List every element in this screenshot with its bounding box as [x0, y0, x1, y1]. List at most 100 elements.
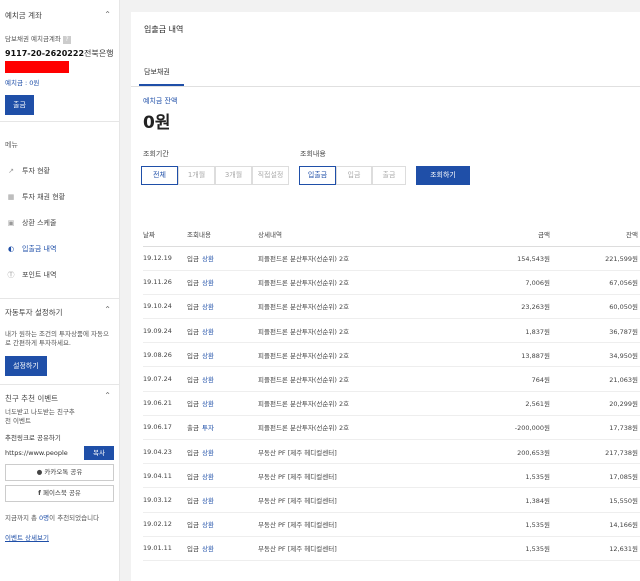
search-button[interactable]: 조회하기: [416, 166, 470, 185]
sidebar-item-label: 투자 현황: [22, 167, 50, 175]
table-row: 19.03.12 입금 상환 부동산 PF [제주 헤디컬센터] 1,384원 15,55…: [143, 487, 640, 513]
cell-balance: 60,050원: [552, 294, 640, 320]
transaction-kind: 입금: [187, 448, 199, 457]
type-option-all[interactable]: 입출금: [299, 166, 336, 185]
chevron-up-icon[interactable]: ⌃: [104, 305, 111, 314]
transaction-kind: 입금: [187, 472, 199, 481]
deposit-balance-link[interactable]: 예치금 : 0원: [5, 77, 114, 87]
table-row: 19.11.26 입금 상환 피플펀드론 분산투자(선순위) 2호 7,006원 67,0…: [143, 270, 640, 295]
period-option-1m[interactable]: 1개월: [178, 166, 215, 185]
main-panel: 입출금 내역 담보채권 예치금 잔액 0원 조회기간 전체 1개월 3개월 직접…: [131, 12, 640, 581]
facebook-share-button[interactable]: f 페이스북 공유: [5, 485, 114, 502]
cell-type: 입금 상환: [187, 318, 258, 344]
chat-bubble-icon: ●: [36, 468, 43, 476]
table-row: 19.01.11 입금 상환 부동산 PF [제주 헤디컬센터] 1,535원 12,63…: [143, 536, 640, 561]
cell-detail: 피플펀드론 분산투자(선순위) 2호: [258, 318, 458, 344]
transaction-kind: 입금: [187, 496, 199, 505]
transaction-subtype: 상환: [201, 255, 214, 264]
sidebar-item-transactions[interactable]: ◐ 입출금 내역: [0, 236, 119, 262]
cell-type: 입금 상환: [187, 512, 258, 537]
table-row: 19.12.19 입금 상환 피플펀드론 분산투자(선순위) 2호 154,543원 22…: [143, 246, 640, 271]
cell-detail: 부동산 PF [제주 헤디컬센터]: [258, 536, 458, 561]
cell-detail: 피플펀드론 분산투자(선순위) 2호: [258, 294, 458, 320]
help-icon[interactable]: ?: [62, 36, 71, 44]
sidebar-item-points[interactable]: Ⓣ 포인트 내역: [0, 262, 119, 288]
transaction-kind: 입금: [187, 351, 199, 360]
col-balance: 잔액: [552, 222, 640, 247]
cell-date: 19.06.21: [143, 391, 187, 416]
transaction-subtype: 상환: [201, 521, 214, 530]
cell-balance: 17,738원: [552, 415, 640, 441]
auto-invest-settings-button[interactable]: 설정하기: [5, 356, 47, 376]
referral-url-input[interactable]: [5, 446, 80, 460]
sidebar-item-repayment-schedule[interactable]: ▣ 상환 스케줄: [0, 210, 119, 236]
cell-date: 19.10.24: [143, 294, 187, 320]
referral-count-suffix: 이 추천되었습니다: [49, 514, 100, 522]
cell-amount: 7,006원: [458, 270, 552, 295]
share-label: 추천링크로 공유하기: [5, 434, 61, 442]
cell-type: 입금 상환: [187, 463, 258, 489]
type-label: 조회내용: [300, 150, 326, 158]
transaction-kind: 입금: [187, 255, 199, 264]
cell-date: 19.11.26: [143, 270, 187, 295]
cell-date: 19.09.24: [143, 318, 187, 344]
sidebar-item-bond-status[interactable]: ▦ 투자 채권 현황: [0, 184, 119, 210]
calendar-icon: ▣: [7, 219, 15, 227]
type-option-deposit[interactable]: 입금: [336, 166, 372, 185]
referral-count-prefix: 지금까지 총: [5, 514, 40, 522]
chart-line-icon: ↗: [8, 167, 14, 175]
withdraw-button[interactable]: 출금: [5, 95, 34, 115]
cell-type: 출금 투자: [187, 415, 258, 441]
kakao-share-button[interactable]: ● 카카오톡 공유: [5, 464, 114, 481]
table-body: 19.12.19 입금 상환 피플펀드론 분산투자(선순위) 2호 154,543원 22…: [143, 246, 640, 561]
transaction-subtype: 투자: [201, 424, 214, 433]
period-option-all[interactable]: 전체: [141, 166, 178, 185]
cell-amount: 2,561원: [458, 391, 552, 416]
cell-balance: 14,166원: [552, 512, 640, 537]
cell-detail: 피플펀드론 분산투자(선순위) 2호: [258, 270, 458, 295]
referral-count-value: 0명: [39, 514, 50, 522]
facebook-share-label: 페이스북 공유: [42, 489, 81, 497]
cell-date: 19.02.12: [143, 512, 187, 537]
copy-button[interactable]: 복사: [84, 446, 114, 460]
period-label: 조회기간: [143, 150, 169, 158]
cell-detail: 피플펀드론 분산투자(선순위) 2호: [258, 246, 458, 271]
cell-balance: 12,631원: [552, 536, 640, 561]
table-row: 19.06.21 입금 상환 피플펀드론 분산투자(선순위) 2호 2,561원 20,2…: [143, 391, 640, 416]
cell-amount: 23,263원: [458, 294, 552, 320]
kakao-share-label: 카카오톡 공유: [44, 468, 83, 476]
cell-date: 19.01.11: [143, 536, 187, 561]
cell-balance: 15,550원: [552, 487, 640, 513]
page-title: 입출금 내역: [144, 25, 184, 34]
cell-detail: 피플펀드론 분산투자(선순위) 2호: [258, 366, 458, 392]
transaction-subtype: 상환: [201, 376, 214, 385]
sidebar-item-investment-status[interactable]: ↗ 투자 현황: [0, 158, 119, 184]
event-detail-link[interactable]: 이벤트 상세보기: [5, 532, 114, 542]
transaction-kind: 입금: [187, 327, 199, 336]
cell-amount: 764원: [458, 366, 552, 392]
transaction-kind: 입금: [187, 545, 199, 554]
period-option-3m[interactable]: 3개월: [215, 166, 252, 185]
tab-secured-bonds[interactable]: 담보채권: [144, 67, 170, 77]
col-amount: 금액: [458, 222, 552, 247]
menu-title: 메뉴: [5, 141, 18, 149]
auto-invest-section: 자동투자 설정하기 ⌃ 내가 원하는 조건의 투자상품에 자동으로 간편하게 투…: [0, 299, 119, 385]
period-option-custom[interactable]: 직접설정: [252, 166, 289, 185]
transaction-subtype: 상환: [201, 496, 214, 505]
cell-balance: 36,787원: [552, 318, 640, 344]
cell-date: 19.04.23: [143, 439, 187, 465]
cell-detail: 피플펀드론 분산투자(선순위) 2호: [258, 342, 458, 368]
col-detail: 상세내역: [258, 222, 458, 247]
chevron-up-icon[interactable]: ⌃: [104, 391, 111, 400]
table-row: 19.10.24 입금 상환 피플펀드론 분산투자(선순위) 2호 23,263원 60,…: [143, 294, 640, 320]
type-option-withdraw[interactable]: 출금: [372, 166, 406, 185]
chevron-up-icon[interactable]: ⌃: [104, 10, 111, 19]
account-number-row: 9117-20-2620222전북은행: [5, 48, 114, 59]
transaction-subtype: 상환: [201, 279, 214, 288]
cell-type: 입금 상환: [187, 536, 258, 561]
transaction-kind: 출금: [187, 424, 199, 433]
cell-detail: 부동산 PF [제주 헤디컬센터]: [258, 463, 458, 489]
auto-invest-title: 자동투자 설정하기: [5, 308, 63, 317]
transaction-subtype: 상환: [201, 472, 214, 481]
table-row: 19.06.17 출금 투자 피플펀드론 분산투자(선순위) 2호 -200,000원 1…: [143, 415, 640, 441]
